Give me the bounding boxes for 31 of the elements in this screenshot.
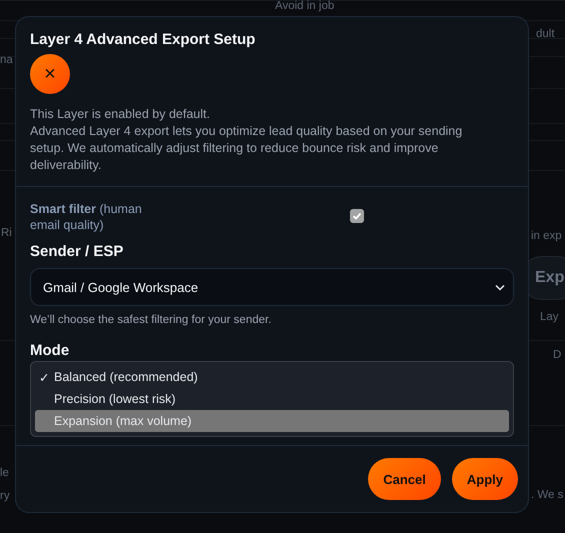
background-text: in exp — [531, 229, 562, 244]
option-label: Expansion (max volume) — [54, 414, 192, 428]
background-text: na — [0, 53, 13, 68]
background-text: . We s — [531, 488, 564, 503]
background-text: ry — [0, 489, 10, 504]
dialog-title: Layer 4 Advanced Export Setup — [30, 31, 256, 48]
check-icon — [352, 211, 362, 221]
mode-option[interactable]: ✓ Balanced (recommended) — [35, 366, 509, 388]
apply-button[interactable]: Apply — [452, 458, 518, 500]
mode-option[interactable]: Expansion (max volume) — [35, 410, 509, 432]
background-text: Lay — [540, 310, 559, 325]
checkmark: ✓ — [39, 370, 50, 384]
background-text: D — [553, 348, 562, 363]
cancel-button[interactable]: Cancel — [368, 458, 441, 500]
close-button[interactable]: × — [30, 54, 70, 94]
smart-filter-checkbox[interactable] — [350, 209, 364, 223]
smart-filter-label: Smart filter (human email quality) — [30, 201, 143, 233]
background-text: Ri — [1, 226, 12, 241]
option-label: Balanced (recommended) — [54, 370, 198, 384]
mode-option[interactable]: Precision (lowest risk) — [35, 388, 509, 410]
sender-hint: We’ll choose the safest filtering for your sender. — [30, 314, 272, 326]
sender-select[interactable]: Gmail / Google Workspace — [30, 268, 514, 306]
background-text: le — [0, 466, 9, 481]
chevron-down-icon — [495, 284, 505, 290]
mode-label: Mode — [30, 342, 70, 359]
description-text: This Layer is enabled by default. — [30, 106, 211, 123]
sender-label: Sender / ESP — [30, 243, 124, 260]
description-text: Advanced Layer 4 export lets you optimize lead quality based on your sending setup. We automatically adjust filtering to reduce bounce risk and improve deliverability. — [30, 123, 464, 174]
background-text: dult — [536, 27, 555, 42]
background-text: Avoid in job — [275, 0, 334, 14]
option-label: Precision (lowest risk) — [54, 392, 176, 406]
